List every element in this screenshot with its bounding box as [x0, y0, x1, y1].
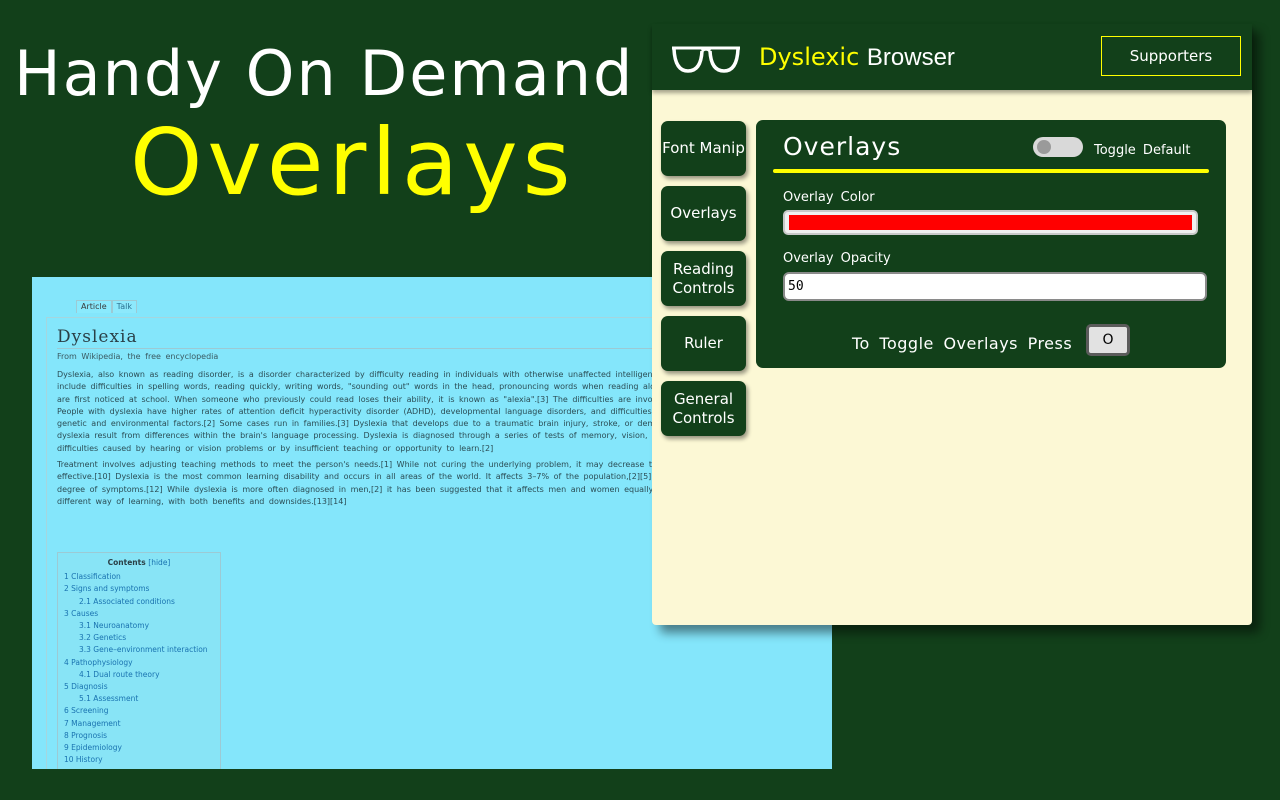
- brand-rest: Browser: [866, 44, 955, 71]
- popup-header: Dyslexic Browser Supporters: [652, 24, 1252, 90]
- nav-general-controls-button[interactable]: General Controls: [661, 381, 746, 436]
- supporters-button[interactable]: Supporters: [1101, 36, 1241, 76]
- toc-item[interactable]: 7 Management: [64, 718, 214, 730]
- overlay-opacity-input[interactable]: [783, 272, 1207, 301]
- extension-popup: Dyslexic Browser Supporters Font Manip O…: [652, 24, 1252, 625]
- overlay-color-picker[interactable]: [783, 210, 1198, 235]
- panel-divider: [773, 169, 1209, 173]
- hero-subheadline: Overlays: [130, 109, 576, 216]
- toc-hide-link[interactable]: [hide]: [148, 558, 170, 567]
- toc-item[interactable]: 5 Diagnosis: [64, 681, 214, 693]
- nav-overlays-button[interactable]: Overlays: [661, 186, 746, 241]
- toc-item[interactable]: 2.1 Associated conditions: [64, 596, 214, 608]
- toc-item[interactable]: 4 Pathophysiology: [64, 657, 214, 669]
- brand-name: Dyslexic Browser: [759, 43, 955, 72]
- toc-item[interactable]: 9 Epidemiology: [64, 742, 214, 754]
- glasses-icon: [672, 46, 740, 73]
- overlay-opacity-label: Overlay Opacity: [783, 251, 891, 266]
- toc-header: Contents [hide]: [64, 557, 214, 569]
- toggle-default-label: Toggle Default: [1094, 143, 1191, 158]
- hero-headline: Handy On Demand: [14, 37, 635, 110]
- tab-article[interactable]: Article: [76, 300, 112, 313]
- toc-item[interactable]: 1 Classification: [64, 571, 214, 583]
- table-of-contents: Contents [hide] 1 Classification 2 Signs …: [57, 552, 221, 769]
- toc-item[interactable]: 3.1 Neuroanatomy: [64, 620, 214, 632]
- toc-title: Contents: [107, 558, 146, 567]
- toc-item[interactable]: 10 History: [64, 754, 214, 766]
- toc-item[interactable]: 2 Signs and symptoms: [64, 583, 214, 595]
- toc-item[interactable]: 4.1 Dual route theory: [64, 669, 214, 681]
- tab-talk[interactable]: Talk: [111, 300, 137, 313]
- toggle-shortcut-label: To Toggle Overlays Press: [852, 334, 1073, 353]
- toc-item[interactable]: 3 Causes: [64, 608, 214, 620]
- nav-font-manip-button[interactable]: Font Manip: [661, 121, 746, 176]
- toc-item[interactable]: 3.2 Genetics: [64, 632, 214, 644]
- panel-title: Overlays: [783, 132, 902, 161]
- toggle-default-switch[interactable]: [1033, 137, 1083, 157]
- toc-list: 1 Classification 2 Signs and symptoms 2.1 …: [64, 571, 214, 766]
- overlays-panel: Overlays Toggle Default Overlay Color Ov…: [756, 120, 1226, 368]
- nav-ruler-button[interactable]: Ruler: [661, 316, 746, 371]
- nav-reading-controls-button[interactable]: Reading Controls: [661, 251, 746, 306]
- color-swatch: [789, 215, 1192, 230]
- toc-item[interactable]: 5.1 Assessment: [64, 693, 214, 705]
- overlay-color-label: Overlay Color: [783, 190, 875, 205]
- wiki-tabs: Article Talk: [76, 300, 137, 313]
- toc-item[interactable]: 6 Screening: [64, 705, 214, 717]
- toc-item[interactable]: 8 Prognosis: [64, 730, 214, 742]
- brand-highlight: Dyslexic: [759, 43, 860, 71]
- toggle-shortcut-key-button[interactable]: O: [1086, 324, 1130, 356]
- toc-item[interactable]: 3.3 Gene–environment interaction: [64, 644, 214, 656]
- toggle-knob: [1037, 140, 1051, 154]
